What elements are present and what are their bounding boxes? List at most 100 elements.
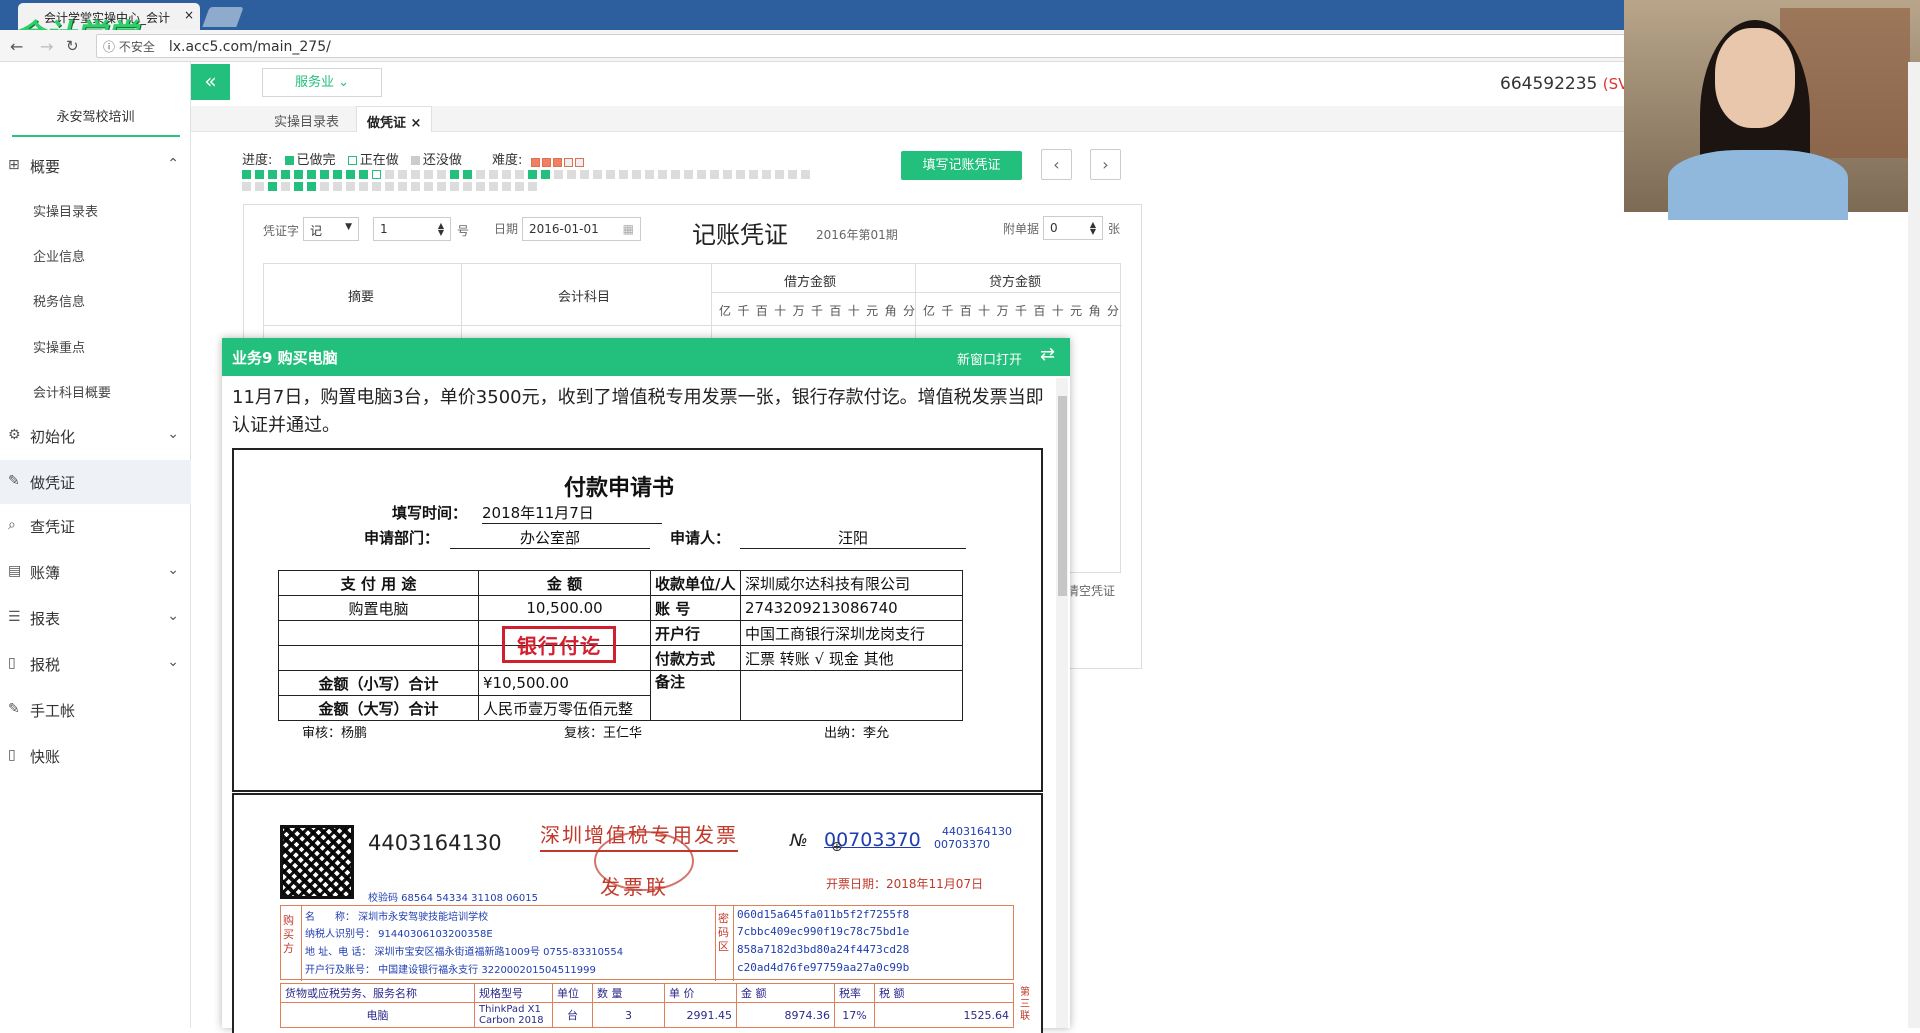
sidebar-subitem-tax-info[interactable]: 税务信息 — [0, 280, 191, 320]
progress-cell[interactable] — [411, 170, 420, 179]
progress-cell[interactable] — [424, 182, 433, 191]
sidebar-item-reports[interactable]: ☰ 报表 ⌄ — [0, 596, 191, 640]
sidebar-subitem-company-info[interactable]: 企业信息 — [0, 235, 191, 275]
progress-cell[interactable] — [320, 182, 329, 191]
tab-catalog[interactable]: 实操目录表 — [264, 106, 349, 132]
page-scrollbar[interactable] — [1908, 62, 1920, 1028]
next-button[interactable]: › — [1090, 149, 1121, 180]
progress-cell[interactable] — [307, 182, 316, 191]
url-input[interactable]: ⓘ 不安全 lx.acc5.com/main_275/ — [96, 34, 1636, 58]
sidebar-subitem-accounts-overview[interactable]: 会计科目概要 — [0, 371, 191, 411]
sidebar-item-ledger[interactable]: ▤ 账簿 ⌄ — [0, 550, 191, 594]
sidebar-item-query-voucher[interactable]: ⌕ 查凭证 — [0, 504, 191, 548]
progress-cell[interactable] — [515, 182, 524, 191]
progress-cell[interactable] — [723, 170, 732, 179]
progress-cell[interactable] — [788, 170, 797, 179]
progress-cell[interactable] — [450, 170, 459, 179]
clear-voucher-link[interactable]: 清空凭证 — [1067, 582, 1115, 599]
new-tab-button[interactable] — [202, 7, 244, 27]
progress-cell[interactable] — [385, 170, 394, 179]
stepper-icon[interactable]: ▲ ▼ — [438, 222, 444, 237]
stepper-icon[interactable]: ▲ ▼ — [1090, 221, 1096, 236]
progress-cell[interactable] — [684, 170, 693, 179]
progress-cell[interactable] — [294, 170, 303, 179]
progress-cell[interactable] — [632, 170, 641, 179]
progress-cell[interactable] — [502, 170, 511, 179]
progress-cell[interactable] — [320, 170, 329, 179]
progress-cell[interactable] — [268, 170, 277, 179]
popup-scroll-thumb[interactable] — [1058, 396, 1067, 596]
sidebar-subitem-key-points[interactable]: 实操重点 — [0, 326, 191, 366]
progress-cell[interactable] — [463, 170, 472, 179]
progress-cell[interactable] — [281, 170, 290, 179]
collapse-sidebar-button[interactable]: « — [191, 64, 230, 100]
progress-cell[interactable] — [775, 170, 784, 179]
industry-select[interactable]: 服务业 ⌄ — [262, 68, 382, 97]
progress-cell[interactable] — [619, 170, 628, 179]
progress-cell[interactable] — [528, 182, 537, 191]
progress-cell[interactable] — [424, 170, 433, 179]
progress-cell[interactable] — [515, 170, 524, 179]
progress-cell[interactable] — [489, 170, 498, 179]
progress-cell[interactable] — [437, 170, 446, 179]
progress-cell[interactable] — [242, 170, 251, 179]
progress-cell[interactable] — [281, 182, 290, 191]
close-icon[interactable]: × — [184, 8, 194, 22]
progress-cell[interactable] — [255, 170, 264, 179]
progress-cell[interactable] — [502, 182, 511, 191]
progress-cell[interactable] — [346, 182, 355, 191]
progress-cell[interactable] — [398, 170, 407, 179]
progress-cell[interactable] — [762, 170, 771, 179]
progress-cell[interactable] — [450, 182, 459, 191]
progress-cell[interactable] — [476, 170, 485, 179]
tab-make-voucher[interactable]: 做凭证 × — [356, 106, 433, 132]
progress-cell[interactable] — [437, 182, 446, 191]
progress-cell[interactable] — [749, 170, 758, 179]
progress-cell[interactable] — [658, 170, 667, 179]
reload-icon[interactable]: ↻ — [66, 37, 79, 55]
attach-count-input[interactable]: 0 ▲ ▼ — [1043, 216, 1103, 240]
fill-voucher-button[interactable]: 填写记账凭证 — [901, 151, 1022, 180]
sidebar-item-quick-ledger[interactable]: ▯ 快账 — [0, 734, 191, 778]
progress-cell[interactable] — [398, 182, 407, 191]
progress-cell[interactable] — [346, 170, 355, 179]
info-icon[interactable]: ⓘ 不安全 — [103, 40, 155, 54]
progress-cell[interactable] — [580, 170, 589, 179]
sidebar-subitem-catalog[interactable]: 实操目录表 — [0, 190, 191, 230]
sidebar-item-init[interactable]: ⚙ 初始化 ⌄ — [0, 414, 191, 458]
progress-cell[interactable] — [476, 182, 485, 191]
forward-icon[interactable]: → — [40, 37, 53, 56]
swap-icon[interactable]: ⇄ — [1040, 344, 1055, 365]
progress-cell[interactable] — [541, 170, 550, 179]
progress-cell[interactable] — [372, 170, 381, 179]
sidebar-item-manual-ledger[interactable]: ✎ 手工帐 — [0, 688, 191, 732]
date-input[interactable]: 2016-01-01 ▦ — [522, 217, 641, 241]
progress-cell[interactable] — [736, 170, 745, 179]
sidebar-item-overview[interactable]: ⊞ 概要 ⌃ — [0, 144, 191, 188]
progress-cell[interactable] — [606, 170, 615, 179]
progress-cell[interactable] — [385, 182, 394, 191]
progress-cell[interactable] — [671, 170, 680, 179]
progress-cell[interactable] — [554, 170, 563, 179]
progress-cell[interactable] — [463, 182, 472, 191]
back-icon[interactable]: ← — [10, 37, 23, 56]
calendar-icon[interactable]: ▦ — [623, 222, 634, 236]
open-new-window-link[interactable]: 新窗口打开 — [957, 349, 1022, 368]
progress-cell[interactable] — [294, 182, 303, 191]
progress-cell[interactable] — [255, 182, 264, 191]
sidebar-item-tax[interactable]: ▯ 报税 ⌄ — [0, 642, 191, 686]
sidebar-item-make-voucher[interactable]: ✎ 做凭证 — [0, 460, 191, 504]
progress-cell[interactable] — [645, 170, 654, 179]
voucher-number-input[interactable]: 1 ▲ ▼ — [373, 217, 451, 241]
progress-cell[interactable] — [333, 170, 342, 179]
progress-cell[interactable] — [307, 170, 316, 179]
progress-cell[interactable] — [372, 182, 381, 191]
progress-cell[interactable] — [710, 170, 719, 179]
progress-cell[interactable] — [593, 170, 602, 179]
progress-cell[interactable] — [242, 182, 251, 191]
progress-cell[interactable] — [567, 170, 576, 179]
progress-cell[interactable] — [359, 182, 368, 191]
progress-cell[interactable] — [697, 170, 706, 179]
progress-cell[interactable] — [528, 170, 537, 179]
prev-button[interactable]: ‹ — [1041, 149, 1072, 180]
